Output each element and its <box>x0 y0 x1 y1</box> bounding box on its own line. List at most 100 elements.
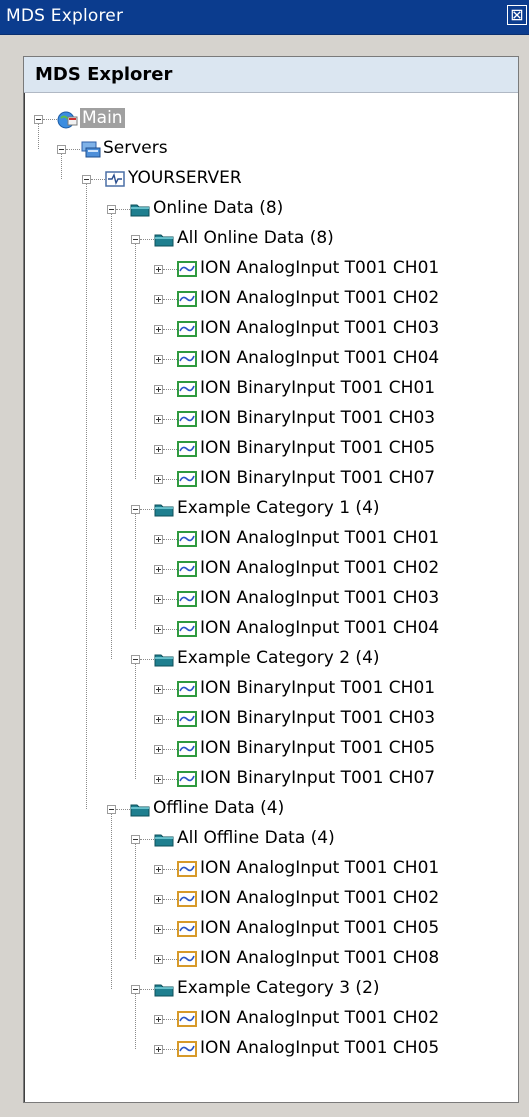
tree-node-example-category-3[interactable]: Example Category 3 (2) <box>24 975 518 1005</box>
tree-node-offline-data[interactable]: Offline Data (4) <box>24 795 518 825</box>
main-globe-icon <box>57 110 78 129</box>
tree-node-label: Offline Data (4) <box>153 798 285 818</box>
server-signal-icon <box>105 170 125 188</box>
tree-node-all-offline-item[interactable]: ION AnalogInput T001 CH01 <box>24 855 518 885</box>
online-data-icon <box>177 560 197 578</box>
offline-data-icon <box>177 950 197 968</box>
expand-icon[interactable] <box>154 415 163 424</box>
tree-node-online-data[interactable]: Online Data (8) <box>24 195 518 225</box>
tree-connector <box>163 389 177 390</box>
tree-node-category-3-item[interactable]: ION AnalogInput T001 CH02 <box>24 1005 518 1035</box>
close-icon[interactable]: ⊠ <box>507 5 527 25</box>
title-bar: MDS Explorer ⊠ <box>0 0 529 35</box>
online-data-icon <box>177 680 197 698</box>
tree-node-label: ION AnalogInput T001 CH08 <box>200 948 440 968</box>
tree-node-label: ION BinaryInput T001 CH07 <box>200 468 436 488</box>
expand-icon[interactable] <box>154 385 163 394</box>
expand-icon[interactable] <box>154 745 163 754</box>
tree-node-example-category-1[interactable]: Example Category 1 (4) <box>24 495 518 525</box>
expand-icon[interactable] <box>154 445 163 454</box>
collapse-icon[interactable] <box>131 235 140 244</box>
expand-icon[interactable] <box>154 595 163 604</box>
collapse-icon[interactable] <box>131 505 140 514</box>
tree-node-yourserver[interactable]: YOURSERVER <box>24 165 518 195</box>
tree-node-all-offline-item[interactable]: ION AnalogInput T001 CH05 <box>24 915 518 945</box>
collapse-icon[interactable] <box>131 835 140 844</box>
collapse-icon[interactable] <box>131 985 140 994</box>
expand-icon[interactable] <box>154 955 163 964</box>
tree-node-category-2-item[interactable]: ION BinaryInput T001 CH03 <box>24 705 518 735</box>
tree-node-label: ION AnalogInput T001 CH04 <box>200 348 440 368</box>
expand-icon[interactable] <box>154 1015 163 1024</box>
online-data-icon <box>177 410 197 428</box>
tree-node-main[interactable]: Main <box>24 105 518 135</box>
collapse-icon[interactable] <box>107 205 116 214</box>
tree-node-all-online-item[interactable]: ION BinaryInput T001 CH05 <box>24 435 518 465</box>
tree-node-category-2-item[interactable]: ION BinaryInput T001 CH07 <box>24 765 518 795</box>
expand-icon[interactable] <box>154 625 163 634</box>
expand-icon[interactable] <box>154 685 163 694</box>
tree-node-label: Servers <box>103 138 168 158</box>
online-data-icon <box>177 260 197 278</box>
tree-node-all-online-item[interactable]: ION AnalogInput T001 CH04 <box>24 345 518 375</box>
offline-data-icon <box>177 860 197 878</box>
tree-node-all-offline-item[interactable]: ION AnalogInput T001 CH08 <box>24 945 518 975</box>
tree-view[interactable]: Main Servers YOURSERVER Online Data (8) All … <box>24 57 518 1102</box>
expand-icon[interactable] <box>154 565 163 574</box>
expand-icon[interactable] <box>154 535 163 544</box>
tree-node-label: ION BinaryInput T001 CH05 <box>200 438 436 458</box>
expand-icon[interactable] <box>154 475 163 484</box>
tree-node-all-online-item[interactable]: ION BinaryInput T001 CH07 <box>24 465 518 495</box>
tree-node-label: ION AnalogInput T001 CH03 <box>200 318 440 338</box>
tree-node-all-online-item[interactable]: ION BinaryInput T001 CH03 <box>24 405 518 435</box>
expand-icon[interactable] <box>154 265 163 274</box>
tree-node-category-1-item[interactable]: ION AnalogInput T001 CH02 <box>24 555 518 585</box>
collapse-icon[interactable] <box>34 115 43 124</box>
tree-guide-line <box>61 154 62 179</box>
tree-node-all-online-item[interactable]: ION BinaryInput T001 CH01 <box>24 375 518 405</box>
tree-connector <box>163 1019 177 1020</box>
tree-node-category-2-item[interactable]: ION BinaryInput T001 CH05 <box>24 735 518 765</box>
expand-icon[interactable] <box>154 355 163 364</box>
tree-connector <box>163 419 177 420</box>
expand-icon[interactable] <box>154 295 163 304</box>
expand-icon[interactable] <box>154 895 163 904</box>
online-data-icon <box>177 470 197 488</box>
tree-node-all-offline-item[interactable]: ION AnalogInput T001 CH02 <box>24 885 518 915</box>
tree-node-label: ION BinaryInput T001 CH01 <box>200 678 436 698</box>
tree-node-all-online-item[interactable]: ION AnalogInput T001 CH01 <box>24 255 518 285</box>
tree-connector <box>163 599 177 600</box>
collapse-icon[interactable] <box>107 805 116 814</box>
tree-node-category-1-item[interactable]: ION AnalogInput T001 CH04 <box>24 615 518 645</box>
expand-icon[interactable] <box>154 325 163 334</box>
online-data-icon <box>177 770 197 788</box>
tree-node-all-online-item[interactable]: ION AnalogInput T001 CH03 <box>24 315 518 345</box>
tree-node-label: ION AnalogInput T001 CH05 <box>200 1038 440 1058</box>
collapse-icon[interactable] <box>57 145 66 154</box>
expand-icon[interactable] <box>154 1045 163 1054</box>
collapse-icon[interactable] <box>131 655 140 664</box>
tree-node-label: ION BinaryInput T001 CH03 <box>200 708 436 728</box>
expand-icon[interactable] <box>154 925 163 934</box>
tree-node-example-category-2[interactable]: Example Category 2 (4) <box>24 645 518 675</box>
tree-node-all-online-data[interactable]: All Online Data (8) <box>24 225 518 255</box>
tree-node-all-online-item[interactable]: ION AnalogInput T001 CH02 <box>24 285 518 315</box>
expand-icon[interactable] <box>154 865 163 874</box>
tree-connector <box>163 329 177 330</box>
tree-node-category-2-item[interactable]: ION BinaryInput T001 CH01 <box>24 675 518 705</box>
tree-guide-line <box>135 994 136 1049</box>
tree-connector <box>163 779 177 780</box>
offline-data-icon <box>177 890 197 908</box>
tree-node-label: ION AnalogInput T001 CH01 <box>200 258 440 278</box>
tree-connector <box>163 269 177 270</box>
collapse-icon[interactable] <box>82 175 91 184</box>
tree-node-category-3-item[interactable]: ION AnalogInput T001 CH05 <box>24 1035 518 1065</box>
tree-node-all-offline-data[interactable]: All Offline Data (4) <box>24 825 518 855</box>
tree-node-category-1-item[interactable]: ION AnalogInput T001 CH03 <box>24 585 518 615</box>
tree-node-label: ION AnalogInput T001 CH02 <box>200 288 440 308</box>
expand-icon[interactable] <box>154 775 163 784</box>
tree-node-servers[interactable]: Servers <box>24 135 518 165</box>
online-data-icon <box>177 710 197 728</box>
expand-icon[interactable] <box>154 715 163 724</box>
tree-node-category-1-item[interactable]: ION AnalogInput T001 CH01 <box>24 525 518 555</box>
